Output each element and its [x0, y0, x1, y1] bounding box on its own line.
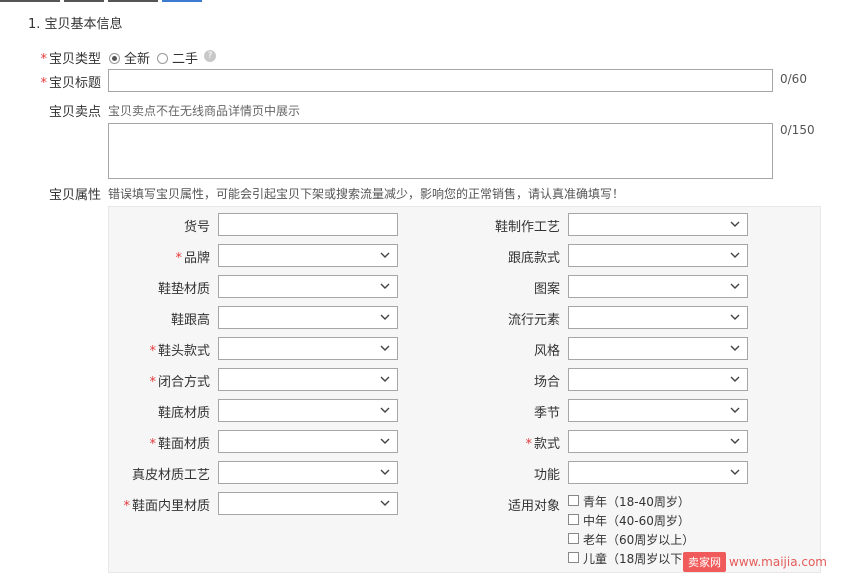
- chevron-down-icon: [730, 221, 740, 227]
- craft-select[interactable]: [568, 213, 748, 236]
- attr-label-lining: * 鞋面内里材质: [123, 499, 210, 514]
- leather-craft-select[interactable]: [218, 461, 398, 484]
- attrs-warning: 错误填写宝贝属性，可能会引起宝贝下架或搜索流量减少，影响您的正常销售，请认真准确…: [108, 187, 625, 201]
- watermark-url: www.maijia.com: [729, 555, 827, 569]
- sole-select[interactable]: [218, 399, 398, 422]
- chevron-down-icon: [380, 252, 390, 258]
- selling-textarea[interactable]: [108, 123, 773, 179]
- help-icon[interactable]: ?: [204, 50, 216, 62]
- audience-option-youth[interactable]: 青年（18-40周岁）: [568, 493, 690, 510]
- chevron-down-icon: [380, 438, 390, 444]
- function-select[interactable]: [568, 461, 748, 484]
- type-label-text: 宝贝类型: [48, 52, 101, 67]
- attr-label-season: 季节: [533, 406, 560, 421]
- attr-label-sole: 鞋底材质: [157, 406, 210, 421]
- model-select[interactable]: [568, 430, 748, 453]
- checkbox-icon: [568, 552, 579, 563]
- attr-label-occasion: 场合: [533, 375, 560, 390]
- attr-label-style: 风格: [533, 344, 560, 359]
- attr-label-toe-style: * 鞋头款式: [149, 344, 210, 359]
- chevron-down-icon: [380, 500, 390, 506]
- chevron-down-icon: [730, 438, 740, 444]
- attr-label-trend: 流行元素: [507, 313, 560, 328]
- upper-select[interactable]: [218, 430, 398, 453]
- lining-select[interactable]: [218, 492, 398, 515]
- attr-label-upper: * 鞋面材质: [149, 437, 210, 452]
- chevron-down-icon: [730, 469, 740, 475]
- type-option-new-label: 全新: [124, 52, 151, 67]
- chevron-down-icon: [730, 407, 740, 413]
- attr-label-heel-height: 鞋跟高: [170, 313, 210, 328]
- chevron-down-icon: [380, 314, 390, 320]
- watermark-logo: 卖家网: [683, 552, 726, 572]
- checkbox-icon: [568, 495, 579, 506]
- attr-label-audience: 适用对象: [507, 499, 560, 514]
- attr-label-craft: 鞋制作工艺: [494, 220, 560, 235]
- chevron-down-icon: [730, 376, 740, 382]
- attr-label-insole: 鞋垫材质: [157, 282, 210, 297]
- attr-label-leather-craft: 真皮材质工艺: [131, 468, 210, 483]
- attr-label-function: 功能: [533, 468, 560, 483]
- checkbox-icon: [568, 514, 579, 525]
- attrs-label: 宝贝属性: [48, 188, 101, 203]
- audience-option-children[interactable]: 儿童（18周岁以下）: [568, 550, 694, 567]
- chevron-down-icon: [380, 345, 390, 351]
- chevron-down-icon: [380, 376, 390, 382]
- attr-label-model: * 款式: [525, 437, 560, 452]
- title-label-text: 宝贝标题: [48, 76, 101, 91]
- chevron-down-icon: [380, 407, 390, 413]
- selling-hint: 宝贝卖点不在无线商品详情页中展示: [108, 104, 301, 118]
- attr-label-closure: * 闭合方式: [149, 375, 210, 390]
- chevron-down-icon: [380, 469, 390, 475]
- type-option-used-label: 二手: [172, 52, 199, 67]
- type-option-new[interactable]: 全新: [109, 48, 150, 67]
- season-select[interactable]: [568, 399, 748, 422]
- title-label: * 宝贝标题: [40, 72, 101, 91]
- title-counter: 0/60: [780, 72, 807, 86]
- required-mark: *: [40, 52, 47, 67]
- attr-label-brand: * 品牌: [175, 251, 210, 266]
- chevron-down-icon: [730, 345, 740, 351]
- radio-selected-icon: [109, 53, 120, 64]
- toe-style-select[interactable]: [218, 337, 398, 360]
- attr-label-heel-style: 跟底款式: [507, 251, 560, 266]
- required-mark: *: [40, 76, 47, 91]
- closure-select[interactable]: [218, 368, 398, 391]
- pattern-select[interactable]: [568, 275, 748, 298]
- chevron-down-icon: [380, 283, 390, 289]
- heel-height-select[interactable]: [218, 306, 398, 329]
- chevron-down-icon: [730, 283, 740, 289]
- selling-label: 宝贝卖点: [48, 105, 101, 120]
- type-label: * 宝贝类型: [40, 48, 101, 67]
- title-input[interactable]: [108, 69, 773, 92]
- section-title: 1. 宝贝基本信息: [28, 17, 123, 32]
- occasion-select[interactable]: [568, 368, 748, 391]
- item-no-input[interactable]: [218, 213, 398, 236]
- chevron-down-icon: [730, 252, 740, 258]
- brand-select[interactable]: [218, 244, 398, 267]
- insole-select[interactable]: [218, 275, 398, 298]
- cropped-top-strip: [0, 0, 240, 4]
- audience-option-middle-aged[interactable]: 中年（40-60周岁）: [568, 512, 690, 529]
- selling-counter: 0/150: [780, 123, 815, 137]
- attr-label-item-no: 货号: [183, 220, 210, 235]
- checkbox-icon: [568, 533, 579, 544]
- trend-select[interactable]: [568, 306, 748, 329]
- attr-label-pattern: 图案: [533, 282, 560, 297]
- style-select[interactable]: [568, 337, 748, 360]
- radio-icon: [157, 53, 168, 64]
- type-option-used[interactable]: 二手: [157, 48, 198, 67]
- audience-option-elderly[interactable]: 老年（60周岁以上）: [568, 531, 694, 548]
- watermark: 卖家网 www.maijia.com: [683, 552, 827, 573]
- chevron-down-icon: [730, 314, 740, 320]
- heel-style-select[interactable]: [568, 244, 748, 267]
